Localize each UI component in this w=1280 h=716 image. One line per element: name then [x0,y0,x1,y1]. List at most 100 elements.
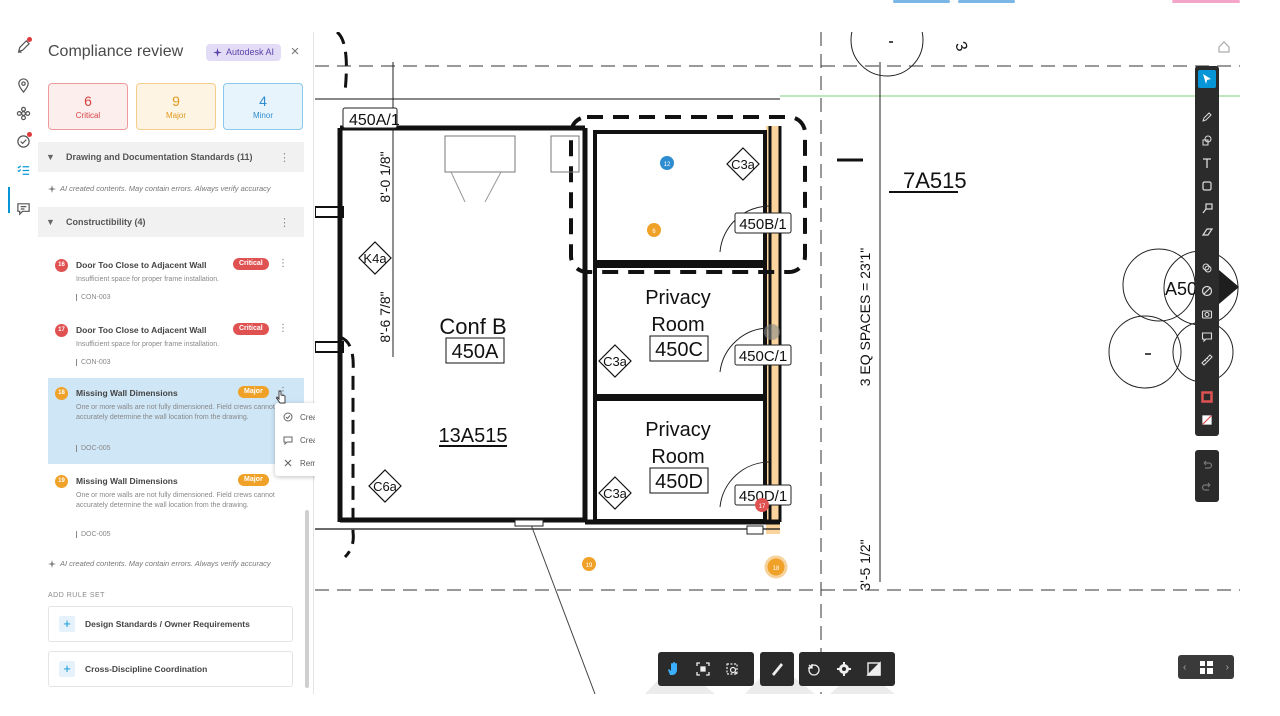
issue-item[interactable]: 17 Door Too Close to Adjacent Wall Criti… [48,315,304,378]
issue-title: Door Too Close to Adjacent Wall [76,260,207,270]
floor-plan: 450A/1 8'-0 1/8" 8'-6 7/8" K4a Conf B 45… [315,32,1240,694]
fullscreen-icon[interactable] [859,654,889,684]
markup-pen-icon[interactable] [1198,108,1216,126]
compliance-list-icon[interactable] [13,160,33,180]
num-3-label: 3 [951,40,970,54]
chevron-left-icon[interactable]: ‹ [1183,662,1186,673]
shapes-icon[interactable] [1198,131,1216,149]
home-icon[interactable] [1217,40,1231,54]
issue-description: Insufficient space for proper frame inst… [76,276,220,283]
rule-code: DOC-005 [76,445,111,452]
panel-header: Compliance review Autodesk AI × [38,32,313,74]
sheet-pager: ‹ › [1178,655,1234,679]
cursor-dot [764,324,780,340]
severity-chip: Major [238,474,269,486]
issue-item[interactable]: 19 Missing Wall Dimensions Major One or … [48,466,304,542]
issue-marker: 19 [55,475,68,488]
more-options-icon[interactable]: ⋮ [278,258,288,269]
chevron-down-icon: ▼ [46,217,55,227]
layers-icon[interactable] [1198,259,1216,277]
settings-icon[interactable] [829,654,859,684]
rule-code: CON-003 [76,359,111,366]
add-rule-set-label: ADD RULE SET [48,592,105,599]
leader-line [529,521,596,694]
tag-450c1: 450C/1 [739,348,787,365]
critical-filter[interactable]: 6 Critical [48,83,128,130]
first-person-icon[interactable] [799,654,829,684]
major-filter[interactable]: 9 Major [136,83,216,130]
pin-12-label: 12 [664,162,671,168]
a50-label: A50 [1165,279,1197,299]
c3a-tag-top: C3a [731,157,756,172]
fill-color-icon[interactable] [1198,411,1216,429]
top-tab-indicator [893,0,950,3]
comment-icon[interactable] [1198,328,1216,346]
fit-view-icon[interactable] [688,654,718,684]
left-rail [8,32,38,692]
undo-icon[interactable] [1198,456,1216,474]
severity-chip: Critical [233,258,269,270]
app-window: Compliance review Autodesk AI × 6 Critic… [0,0,1280,716]
conf-b-label: Conf B [439,314,506,339]
stroke-color-icon[interactable] [1198,388,1216,406]
ruler-icon[interactable] [1198,351,1216,369]
section-drawing-standards[interactable]: ▼ Drawing and Documentation Standards (1… [38,142,304,172]
eraser-icon[interactable] [1198,223,1216,241]
grid-view-icon[interactable] [1199,660,1213,674]
room-label-2: Room [651,446,704,468]
model-icon[interactable] [13,103,33,123]
location-pin-icon[interactable] [13,75,33,95]
privacy-label-1: Privacy [645,287,711,309]
close-icon[interactable]: × [287,44,303,60]
issue-marker: 17 [55,324,68,337]
c3a-tag-mid: C3a [603,354,628,369]
plus-icon: + [59,661,75,677]
add-rule-design-standards[interactable]: + Design Standards / Owner Requirements [48,606,293,642]
check-circle-icon[interactable] [13,131,33,151]
major-label: Major [165,111,186,120]
drawing-canvas[interactable]: 450A/1 8'-0 1/8" 8'-6 7/8" K4a Conf B 45… [315,32,1240,694]
sheet-7a515: 7A515 [903,168,967,193]
minor-filter[interactable]: 4 Minor [223,83,303,130]
mouse-cursor-icon [276,390,286,404]
more-options-icon[interactable]: ⋮ [279,216,290,229]
camera-icon[interactable] [1198,305,1216,323]
rectangle-icon[interactable] [1198,177,1216,195]
section-title: Constructibility (4) [66,217,146,227]
pin-18-label: 18 [773,566,780,572]
more-options-icon[interactable]: ⋮ [278,323,288,334]
issue-title: Missing Wall Dimensions [76,388,178,398]
issue-description: One or more walls are not fully dimensio… [76,404,275,421]
add-rule-cross-discipline[interactable]: + Cross-Discipline Coordination [48,651,293,687]
rule-code: CON-003 [76,294,111,301]
k4a-tag: K4a [363,251,387,266]
redo-icon[interactable] [1198,478,1216,496]
chevron-right-icon[interactable]: › [1226,662,1229,673]
issue-item-selected[interactable]: 18 Missing Wall Dimensions Major ⋮ One o… [48,378,304,464]
text-icon[interactable] [1198,154,1216,172]
severity-chip: Major [238,386,269,398]
pan-icon[interactable] [658,654,688,684]
more-options-icon[interactable]: ⋮ [279,151,290,164]
zoom-window-icon[interactable] [718,654,748,684]
pin-17-label: 17 [759,504,766,510]
compliance-review-panel: Compliance review Autodesk AI × 6 Critic… [38,32,314,694]
comments-icon[interactable] [13,198,33,218]
tag-450b1: 450B/1 [739,216,787,233]
casework [550,135,580,173]
issue-item[interactable]: 16 Door Too Close to Adjacent Wall Criti… [48,250,304,313]
rule-code: DOC-005 [76,531,111,538]
pin-19-label: 19 [586,563,593,569]
panel-scrollbar[interactable] [305,510,309,688]
compare-icon[interactable] [1198,282,1216,300]
measure-icon[interactable] [762,654,792,684]
select-icon[interactable] [1198,70,1216,88]
active-indicator [8,187,10,213]
callout-icon[interactable] [1198,200,1216,218]
markup-icon[interactable] [13,36,33,56]
section-constructibility[interactable]: ▼ Constructibility (4) ⋮ [38,207,304,237]
sheet-13a515: 13A515 [439,425,508,447]
chevron-down-icon: ▼ [46,152,55,162]
c6a-tag: C6a [373,479,398,494]
ai-disclaimer-text: AI created contents. May contain errors.… [60,559,271,568]
